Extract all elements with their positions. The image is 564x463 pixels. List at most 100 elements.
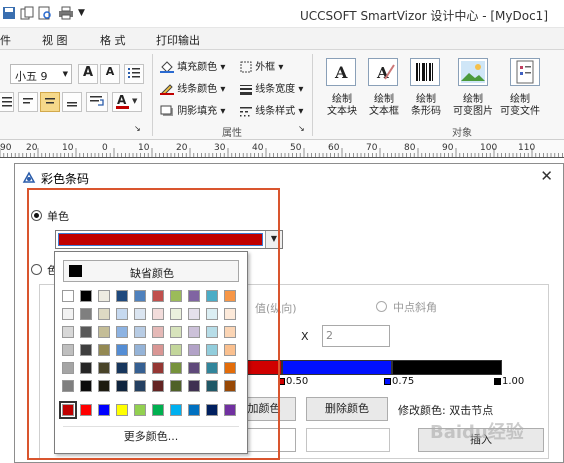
align-right-icon [67, 102, 77, 107]
draw-variable-file-line2: 可变文件 [500, 106, 540, 117]
shadow-icon [160, 105, 173, 116]
line-width-label: 线条宽度 [255, 84, 296, 95]
svg-text:A: A [334, 63, 348, 82]
draw-variable-file-button[interactable]: 绘制 可变文件 [500, 94, 564, 118]
list-button[interactable] [124, 64, 144, 84]
draw-text-box-line2: 文本框 [369, 106, 399, 117]
barcode-icon[interactable] [410, 58, 440, 86]
copy-icon[interactable] [20, 6, 34, 20]
menu-bar: 件 视 图 格 式 打印输出 [0, 28, 564, 50]
draw-variable-image-line2: 可变图片 [453, 106, 493, 117]
draw-text-box-line1: 绘制 [374, 94, 394, 105]
draw-variable-image-button[interactable]: 绘制 可变图片 [448, 94, 498, 118]
ruler-ticks [0, 148, 563, 157]
align-justify-button[interactable] [0, 92, 14, 112]
font-size-select[interactable]: 小五 9 ▼ [10, 64, 72, 84]
gradient-segment-blue[interactable] [282, 360, 392, 375]
grow-font-label: A [82, 65, 94, 80]
fill-color-label: 填充颜色 [177, 62, 218, 73]
gradient-stop-075[interactable] [384, 378, 391, 385]
title-bar: ▼ UCCSOFT SmartVizor 设计中心 - [MyDoc1] [0, 0, 564, 28]
shadow-fill-button[interactable]: 阴影填充 ▾ [160, 102, 225, 117]
ribbon-separator [152, 54, 153, 136]
menu-view[interactable]: 视 图 [42, 32, 68, 48]
center-diagonal-radio[interactable] [376, 301, 387, 312]
draw-barcode-line2: 条形码 [411, 106, 441, 117]
line-width-icon [240, 85, 252, 95]
line-style-label: 线条样式 [255, 106, 296, 117]
line-color-button[interactable]: 线条颜色 ▾ [160, 80, 225, 96]
print-icon[interactable] [58, 6, 73, 20]
draw-text-box-button[interactable]: 绘制 文本框 [362, 94, 406, 118]
font-size-value: 小五 9 [15, 70, 48, 83]
delete-color-button[interactable]: 删除颜色 [306, 397, 388, 421]
line-style-button[interactable]: 线条样式 ▾ [240, 102, 303, 117]
font-group-launcher-icon[interactable]: ↘ [134, 124, 141, 133]
highlight-annotation [27, 188, 280, 460]
shrink-font-button[interactable]: A [100, 64, 120, 84]
menu-file[interactable]: 件 [0, 32, 11, 48]
draw-barcode-line1: 绘制 [416, 94, 436, 105]
align-justify-icon [1, 97, 12, 107]
align-right-button[interactable] [62, 92, 82, 112]
variable-image-icon[interactable] [458, 58, 488, 86]
save-icon[interactable] [2, 6, 16, 20]
dialog-app-icon [22, 170, 36, 187]
wrap-text-button[interactable] [86, 92, 108, 112]
variable-file-icon[interactable] [510, 58, 540, 86]
close-icon[interactable]: ✕ [540, 167, 553, 185]
frame-icon [240, 61, 252, 73]
pen-icon [160, 84, 174, 96]
shadow-fill-label: 阴影填充 [177, 106, 218, 117]
ribbon-separator [312, 54, 313, 136]
text-box-icon[interactable]: A [368, 58, 398, 86]
gradient-stop-100-label: 1.00 [502, 376, 525, 387]
x-value-input[interactable]: 2 [322, 325, 390, 347]
outer-frame-button[interactable]: 外框 ▾ [240, 58, 283, 73]
attributes-group-launcher-icon[interactable]: ↘ [298, 124, 305, 133]
center-diagonal-label: 中点斜角 [393, 301, 437, 314]
gradient-stop-075-label: 0.75 [392, 376, 415, 387]
chevron-down-icon: ▼ [62, 70, 68, 78]
align-left-icon [23, 98, 33, 104]
menu-format[interactable]: 格 式 [100, 32, 126, 48]
draw-text-block-button[interactable]: 绘制 文本块 [320, 94, 364, 118]
draw-barcode-button[interactable]: 绘制 条形码 [404, 94, 448, 118]
x-label: X [301, 330, 309, 343]
line-color-label: 线条颜色 [177, 84, 218, 95]
dialog-title: 彩色条码 [41, 172, 90, 186]
menu-print-output[interactable]: 打印输出 [156, 32, 200, 48]
draw-variable-file-line1: 绘制 [510, 94, 530, 105]
align-left-button[interactable] [18, 92, 38, 112]
gradient-stop-100[interactable] [494, 378, 501, 385]
text-block-icon[interactable]: A [326, 58, 356, 86]
draw-variable-image-line1: 绘制 [463, 94, 483, 105]
paint-bucket-icon [160, 61, 174, 73]
preview-icon[interactable] [38, 6, 52, 20]
watermark: Baidu经验 [430, 422, 524, 443]
grow-font-button[interactable]: A [78, 64, 98, 84]
gradient-segment-black[interactable] [392, 360, 502, 375]
ribbon: 小五 9 ▼ A A A ▼ ↘ 填充颜色 ▾ 线条颜色 ▾ 阴影填充 ▾ 外框… [0, 50, 564, 140]
window-title: UCCSOFT SmartVizor 设计中心 - [MyDoc1] [300, 9, 548, 23]
empty-input-field[interactable] [306, 428, 390, 452]
font-color-icon: A ▼ [116, 93, 138, 109]
modify-color-hint: 修改颜色: 双击节点 [398, 404, 494, 417]
font-color-button[interactable]: A ▼ [112, 92, 142, 112]
dropdown-icon[interactable]: ▼ [78, 8, 92, 22]
fill-color-button[interactable]: 填充颜色 ▾ [160, 58, 225, 73]
list-icon [128, 68, 140, 78]
draw-text-block-line2: 文本块 [327, 106, 357, 117]
line-style-icon [240, 107, 252, 117]
attributes-group-label: 属性 [222, 128, 242, 139]
gradient-stop-050-label: 0.50 [286, 376, 309, 387]
draw-text-block-line1: 绘制 [332, 94, 352, 105]
svg-text:A: A [117, 93, 127, 107]
objects-group-label: 对象 [452, 128, 472, 139]
line-width-button[interactable]: 线条宽度 ▾ [240, 80, 303, 95]
svg-text:▼: ▼ [132, 97, 138, 105]
shrink-font-label: A [105, 65, 115, 78]
align-center-icon [45, 98, 55, 104]
wrap-text-icon [90, 96, 104, 106]
align-center-button[interactable] [40, 92, 60, 112]
